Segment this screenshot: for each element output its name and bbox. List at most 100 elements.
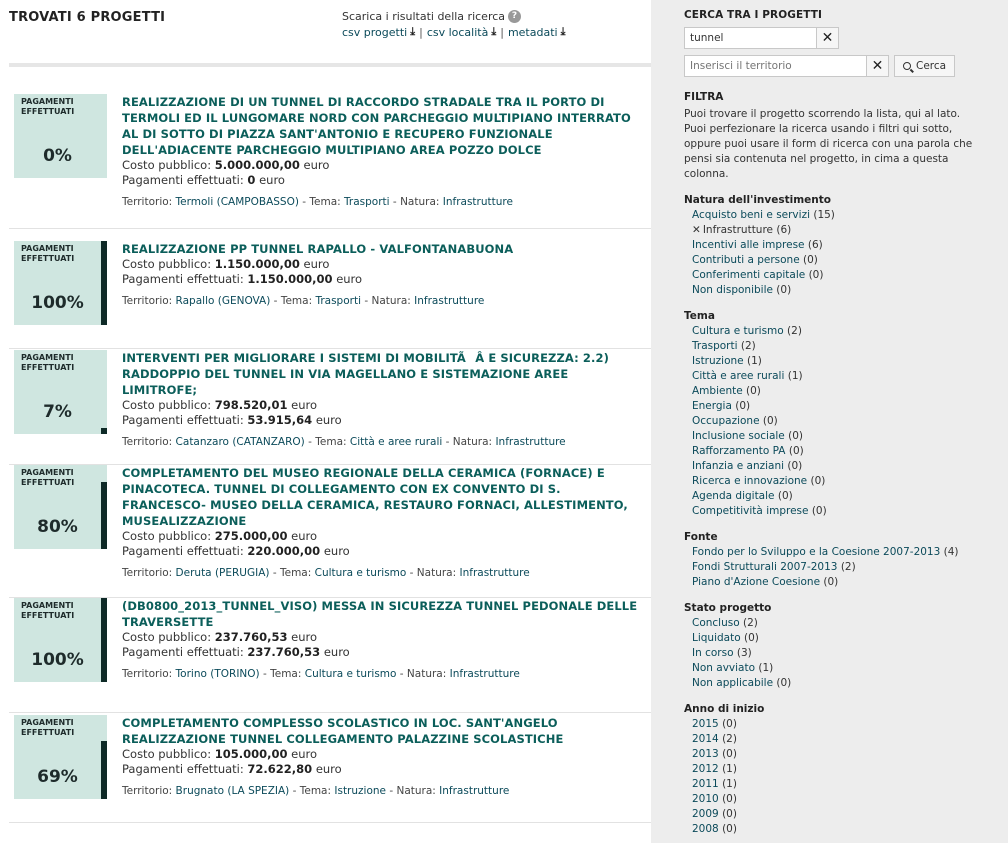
facet-item[interactable]: Fondo per lo Sviluppo e la Coesione 2007… <box>684 545 984 560</box>
clear-territory-button[interactable]: ✕ <box>867 55 889 77</box>
territory-link[interactable]: Torino (TORINO) <box>176 668 260 680</box>
paid-value: 72.622,80 <box>247 762 313 776</box>
facet-item[interactable]: Fondi Strutturali 2007-2013 (2) <box>684 560 984 575</box>
territory-link[interactable]: Brugnato (LA SPEZIA) <box>176 785 290 797</box>
facet-item[interactable]: Conferimenti capitale (0) <box>684 268 984 283</box>
facet-item[interactable]: Trasporti (2) <box>684 339 984 354</box>
territory-input[interactable] <box>684 55 867 77</box>
facet-count: (2) <box>740 340 756 352</box>
nature-link[interactable]: Infrastrutture <box>443 196 513 208</box>
theme-link[interactable]: Città e aree rurali <box>350 436 442 448</box>
public-cost: Costo pubblico: 798.520,01 euro <box>122 398 642 413</box>
nature-link[interactable]: Infrastrutture <box>460 567 530 579</box>
currency: euro <box>303 257 330 271</box>
nature-label: Natura: <box>416 567 457 579</box>
theme-link[interactable]: Trasporti <box>344 196 390 208</box>
facet-item[interactable]: Ricerca e innovazione (0) <box>684 474 984 489</box>
facet-item[interactable]: Acquisto beni e servizi (15) <box>684 208 984 223</box>
project-title-link[interactable]: COMPLETAMENTO COMPLESSO SCOLASTICO IN LO… <box>122 715 642 747</box>
theme-link[interactable]: Istruzione <box>334 785 386 797</box>
help-icon[interactable]: ? <box>508 9 522 23</box>
facet-item[interactable]: Energia (0) <box>684 399 984 414</box>
nature-link[interactable]: Infrastrutture <box>450 668 520 680</box>
facet-item[interactable]: 2014 (2) <box>684 732 984 747</box>
facet-item[interactable]: Non applicabile (0) <box>684 676 984 691</box>
territory-link[interactable]: Rapallo (GENOVA) <box>176 295 271 307</box>
facet-item[interactable]: Ambiente (0) <box>684 384 984 399</box>
public-cost: Costo pubblico: 237.760,53 euro <box>122 630 642 645</box>
facet-count: (0) <box>803 254 818 266</box>
facet-item[interactable]: Non avviato (1) <box>684 661 984 676</box>
facet-item[interactable]: 2008 (0) <box>684 822 984 837</box>
facet-item[interactable]: Concluso (2) <box>684 616 984 631</box>
project-title-link[interactable]: REALIZZAZIONE PP TUNNEL RAPALLO - VALFON… <box>122 241 642 257</box>
project-title-link[interactable]: (DB0800_2013_TUNNEL_VISO) MESSA IN SICUR… <box>122 598 642 630</box>
payment-progress-fill <box>101 428 107 434</box>
keyword-search-row: ✕ <box>684 27 984 49</box>
cost-value: 798.520,01 <box>214 398 288 412</box>
facet-item[interactable]: Cultura e turismo (2) <box>684 324 984 339</box>
theme-link[interactable]: Cultura e turismo <box>305 668 397 680</box>
search-button[interactable]: Cerca <box>894 55 956 77</box>
remove-filter-icon[interactable]: ✕ <box>692 224 701 236</box>
facet-item[interactable]: Liquidato (0) <box>684 631 984 646</box>
cost-value: 237.760,53 <box>214 630 288 644</box>
facet-item[interactable]: 2013 (0) <box>684 747 984 762</box>
keyword-search-input[interactable] <box>684 27 817 49</box>
facet-item[interactable]: Competitività imprese (0) <box>684 504 984 519</box>
facet-count: (0) <box>811 505 827 517</box>
public-cost: Costo pubblico: 275.000,00 euro <box>122 529 642 544</box>
facet-item[interactable]: 2012 (1) <box>684 762 984 777</box>
facet-label: Piano d'Azione Coesione <box>692 576 821 588</box>
clear-keyword-button[interactable]: ✕ <box>817 27 839 49</box>
nature-link[interactable]: Infrastrutture <box>414 295 484 307</box>
territory-link[interactable]: Catanzaro (CATANZARO) <box>176 436 305 448</box>
public-cost: Costo pubblico: 1.150.000,00 euro <box>122 257 642 272</box>
download-metadati-link[interactable]: metadati ⤓ <box>508 25 566 39</box>
theme-link[interactable]: Trasporti <box>315 295 361 307</box>
facet-count: (0) <box>808 269 824 281</box>
facet-item[interactable]: ✕ Infrastrutture (6) <box>684 223 984 238</box>
project-meta: Territorio: Rapallo (GENOVA) - Tema: Tra… <box>122 295 485 307</box>
facet-item[interactable]: Contributi a persone (0) <box>684 253 984 268</box>
nature-link[interactable]: Infrastrutture <box>495 436 565 448</box>
territory-link[interactable]: Deruta (PERUGIA) <box>176 567 270 579</box>
facet-count: (1) <box>787 370 803 382</box>
facet-item[interactable]: Piano d'Azione Coesione (0) <box>684 575 984 590</box>
facet-list: 2015 (0) 2014 (2) 2013 (0) 2012 (1) 2011 (1)… <box>684 717 984 837</box>
facet-item[interactable]: Istruzione (1) <box>684 354 984 369</box>
project-title-link[interactable]: REALIZZAZIONE DI UN TUNNEL DI RACCORDO S… <box>122 94 642 158</box>
facet-label: 2010 <box>692 793 719 805</box>
facet-item[interactable]: 2010 (0) <box>684 792 984 807</box>
facet-item[interactable]: Città e aree rurali (1) <box>684 369 984 384</box>
facet-item[interactable]: Inclusione sociale (0) <box>684 429 984 444</box>
facet-count: (1) <box>758 662 774 674</box>
cost-value: 105.000,00 <box>214 747 288 761</box>
project-title-link[interactable]: COMPLETAMENTO DEL MUSEO REGIONALE DELLA … <box>122 465 642 529</box>
facet-count: (0) <box>722 808 737 820</box>
facet-item[interactable]: 2009 (0) <box>684 807 984 822</box>
facet-count: (15) <box>813 209 835 221</box>
facet-item[interactable]: Infanzia e anziani (0) <box>684 459 984 474</box>
paid-value: 0 <box>247 173 256 187</box>
facet-item[interactable]: Incentivi alle imprese (6) <box>684 238 984 253</box>
payment-progress-bar <box>101 94 107 178</box>
nature-link[interactable]: Infrastrutture <box>439 785 509 797</box>
payments-made: Pagamenti effettuati: 0 euro <box>122 173 642 188</box>
facet-item[interactable]: In corso (3) <box>684 646 984 661</box>
facet-item[interactable]: 2015 (0) <box>684 717 984 732</box>
facet-item[interactable]: Non disponibile (0) <box>684 283 984 298</box>
project-title-link[interactable]: INTERVENTI PER MIGLIORARE I SISTEMI DI M… <box>122 350 642 398</box>
theme-link[interactable]: Cultura e turismo <box>315 567 407 579</box>
facet-item[interactable]: 2011 (1) <box>684 777 984 792</box>
facet-item[interactable]: Occupazione (0) <box>684 414 984 429</box>
download-csv-progetti-link[interactable]: csv progetti ⤓ <box>342 25 415 39</box>
download-csv-localita-link[interactable]: csv località ⤓ <box>427 25 496 39</box>
facet-item[interactable]: Agenda digitale (0) <box>684 489 984 504</box>
payment-progress-box: PAGAMENTI EFFETTUATI 69% <box>14 715 107 799</box>
paid-value: 53.915,64 <box>247 413 313 427</box>
cost-label: Costo pubblico: <box>122 630 212 644</box>
facet-label: 2012 <box>692 763 719 775</box>
territory-link[interactable]: Termoli (CAMPOBASSO) <box>176 196 299 208</box>
facet-item[interactable]: Rafforzamento PA (0) <box>684 444 984 459</box>
